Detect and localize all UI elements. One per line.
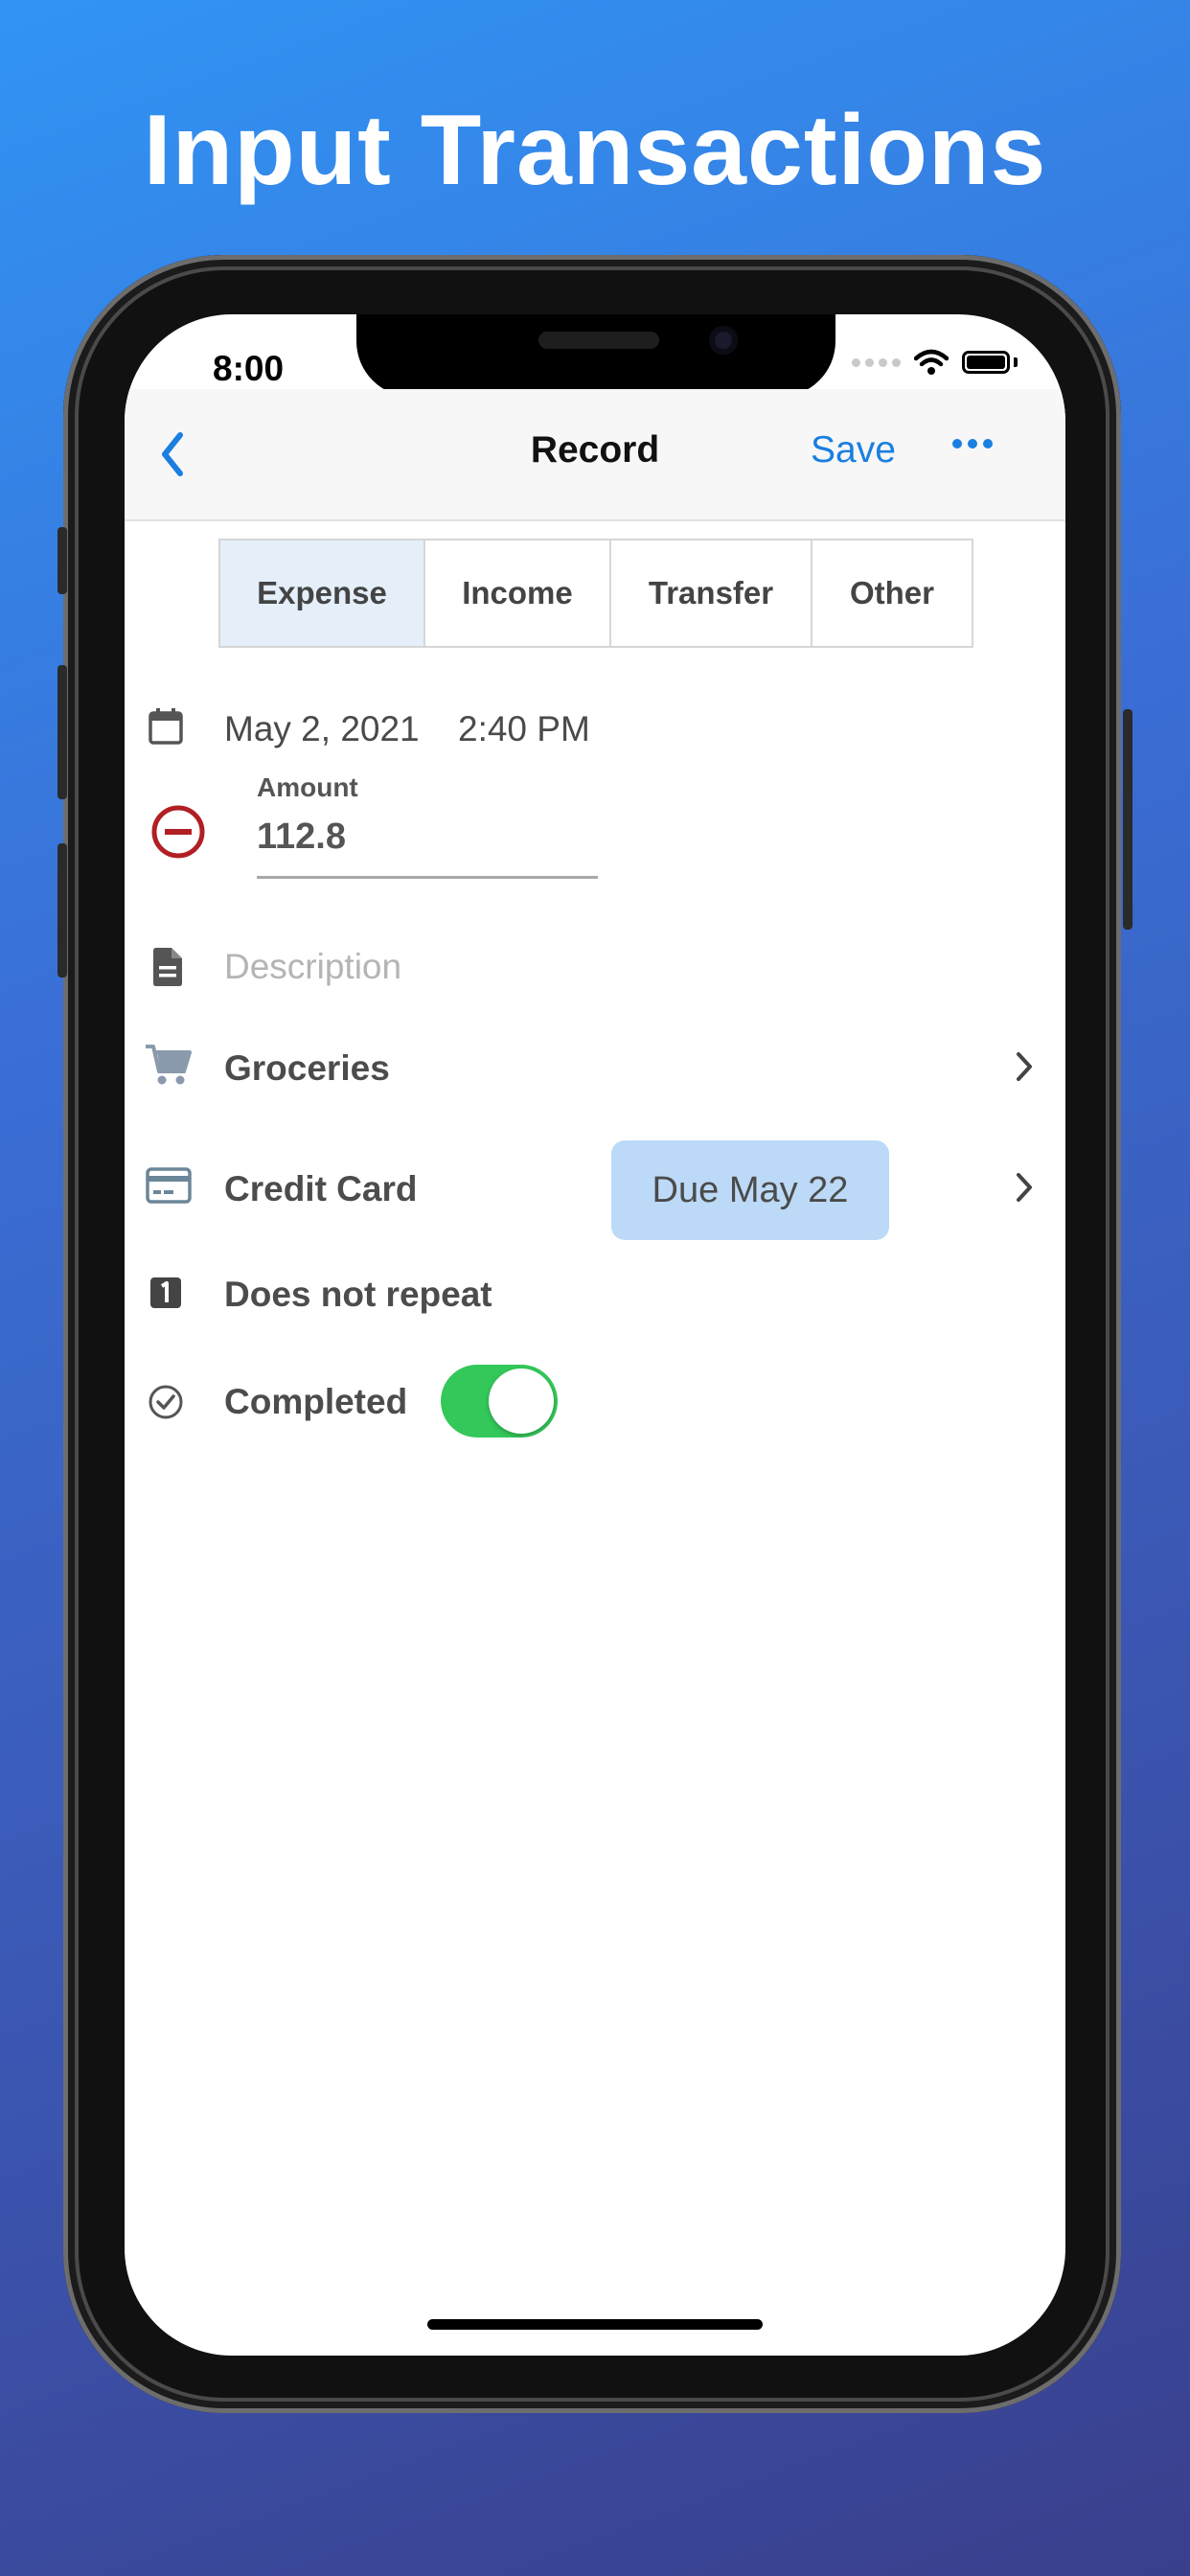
wifi-icon: [914, 349, 949, 375]
completed-row: Completed: [125, 1359, 1065, 1445]
description-input[interactable]: Description: [224, 947, 401, 987]
cart-icon: [146, 1045, 192, 1085]
toggle-knob: [489, 1368, 554, 1434]
camera: [709, 326, 738, 355]
notch: [356, 314, 835, 397]
category-value: Groceries: [224, 1048, 390, 1088]
due-date-badge[interactable]: Due May 22: [611, 1140, 889, 1240]
segment-income[interactable]: Income: [425, 540, 611, 646]
account-value: Credit Card: [224, 1169, 418, 1208]
save-button[interactable]: Save: [811, 429, 896, 472]
completed-label: Completed: [224, 1382, 408, 1421]
time-value[interactable]: 2:40 PM: [458, 709, 590, 749]
signal-icon: [852, 357, 901, 367]
phone-power-button: [1123, 709, 1133, 930]
completed-toggle[interactable]: [441, 1365, 558, 1438]
home-indicator[interactable]: [427, 2319, 763, 2330]
promo-headline: Input Transactions: [143, 95, 1047, 206]
amount-underline: [257, 876, 598, 879]
repeat-value: Does not repeat: [224, 1275, 492, 1314]
check-circle-icon: [149, 1385, 183, 1419]
account-row[interactable]: Credit Card: [125, 1135, 1065, 1230]
battery-cap: [1014, 357, 1018, 367]
repeat-one-icon: [150, 1277, 181, 1308]
document-icon: [153, 948, 182, 986]
date-value[interactable]: May 2, 2021: [224, 709, 420, 749]
minus-circle-icon[interactable]: [149, 803, 207, 861]
repeat-row[interactable]: Does not repeat: [125, 1254, 1065, 1334]
date-time-row[interactable]: May 2, 2021 2:40 PM: [125, 694, 1065, 761]
status-indicators: [852, 349, 1018, 376]
app-screen: 8:00 Record Save Expense Income Transfer…: [125, 314, 1065, 2356]
speaker: [538, 332, 659, 349]
segment-expense[interactable]: Expense: [220, 540, 425, 646]
more-icon[interactable]: [952, 439, 993, 448]
category-row[interactable]: Groceries: [125, 1024, 1065, 1110]
amount-input[interactable]: 112.8: [257, 816, 346, 858]
battery-icon: [962, 351, 1010, 374]
page-title: Record: [530, 429, 660, 471]
phone-volume-up: [57, 665, 67, 799]
credit-card-icon: [146, 1167, 192, 1204]
segment-other[interactable]: Other: [812, 540, 972, 646]
status-time: 8:00: [213, 349, 285, 388]
phone-silent-switch: [57, 527, 67, 594]
amount-label: Amount: [257, 772, 358, 802]
navigation-bar: Record Save: [125, 389, 1065, 521]
chevron-right-icon: [1017, 1052, 1032, 1081]
calendar-icon: [149, 708, 183, 745]
transaction-type-segmented-control: Expense Income Transfer Other: [218, 539, 973, 648]
chevron-right-icon: [1017, 1173, 1032, 1202]
segment-transfer[interactable]: Transfer: [611, 540, 812, 646]
phone-volume-down: [57, 843, 67, 978]
